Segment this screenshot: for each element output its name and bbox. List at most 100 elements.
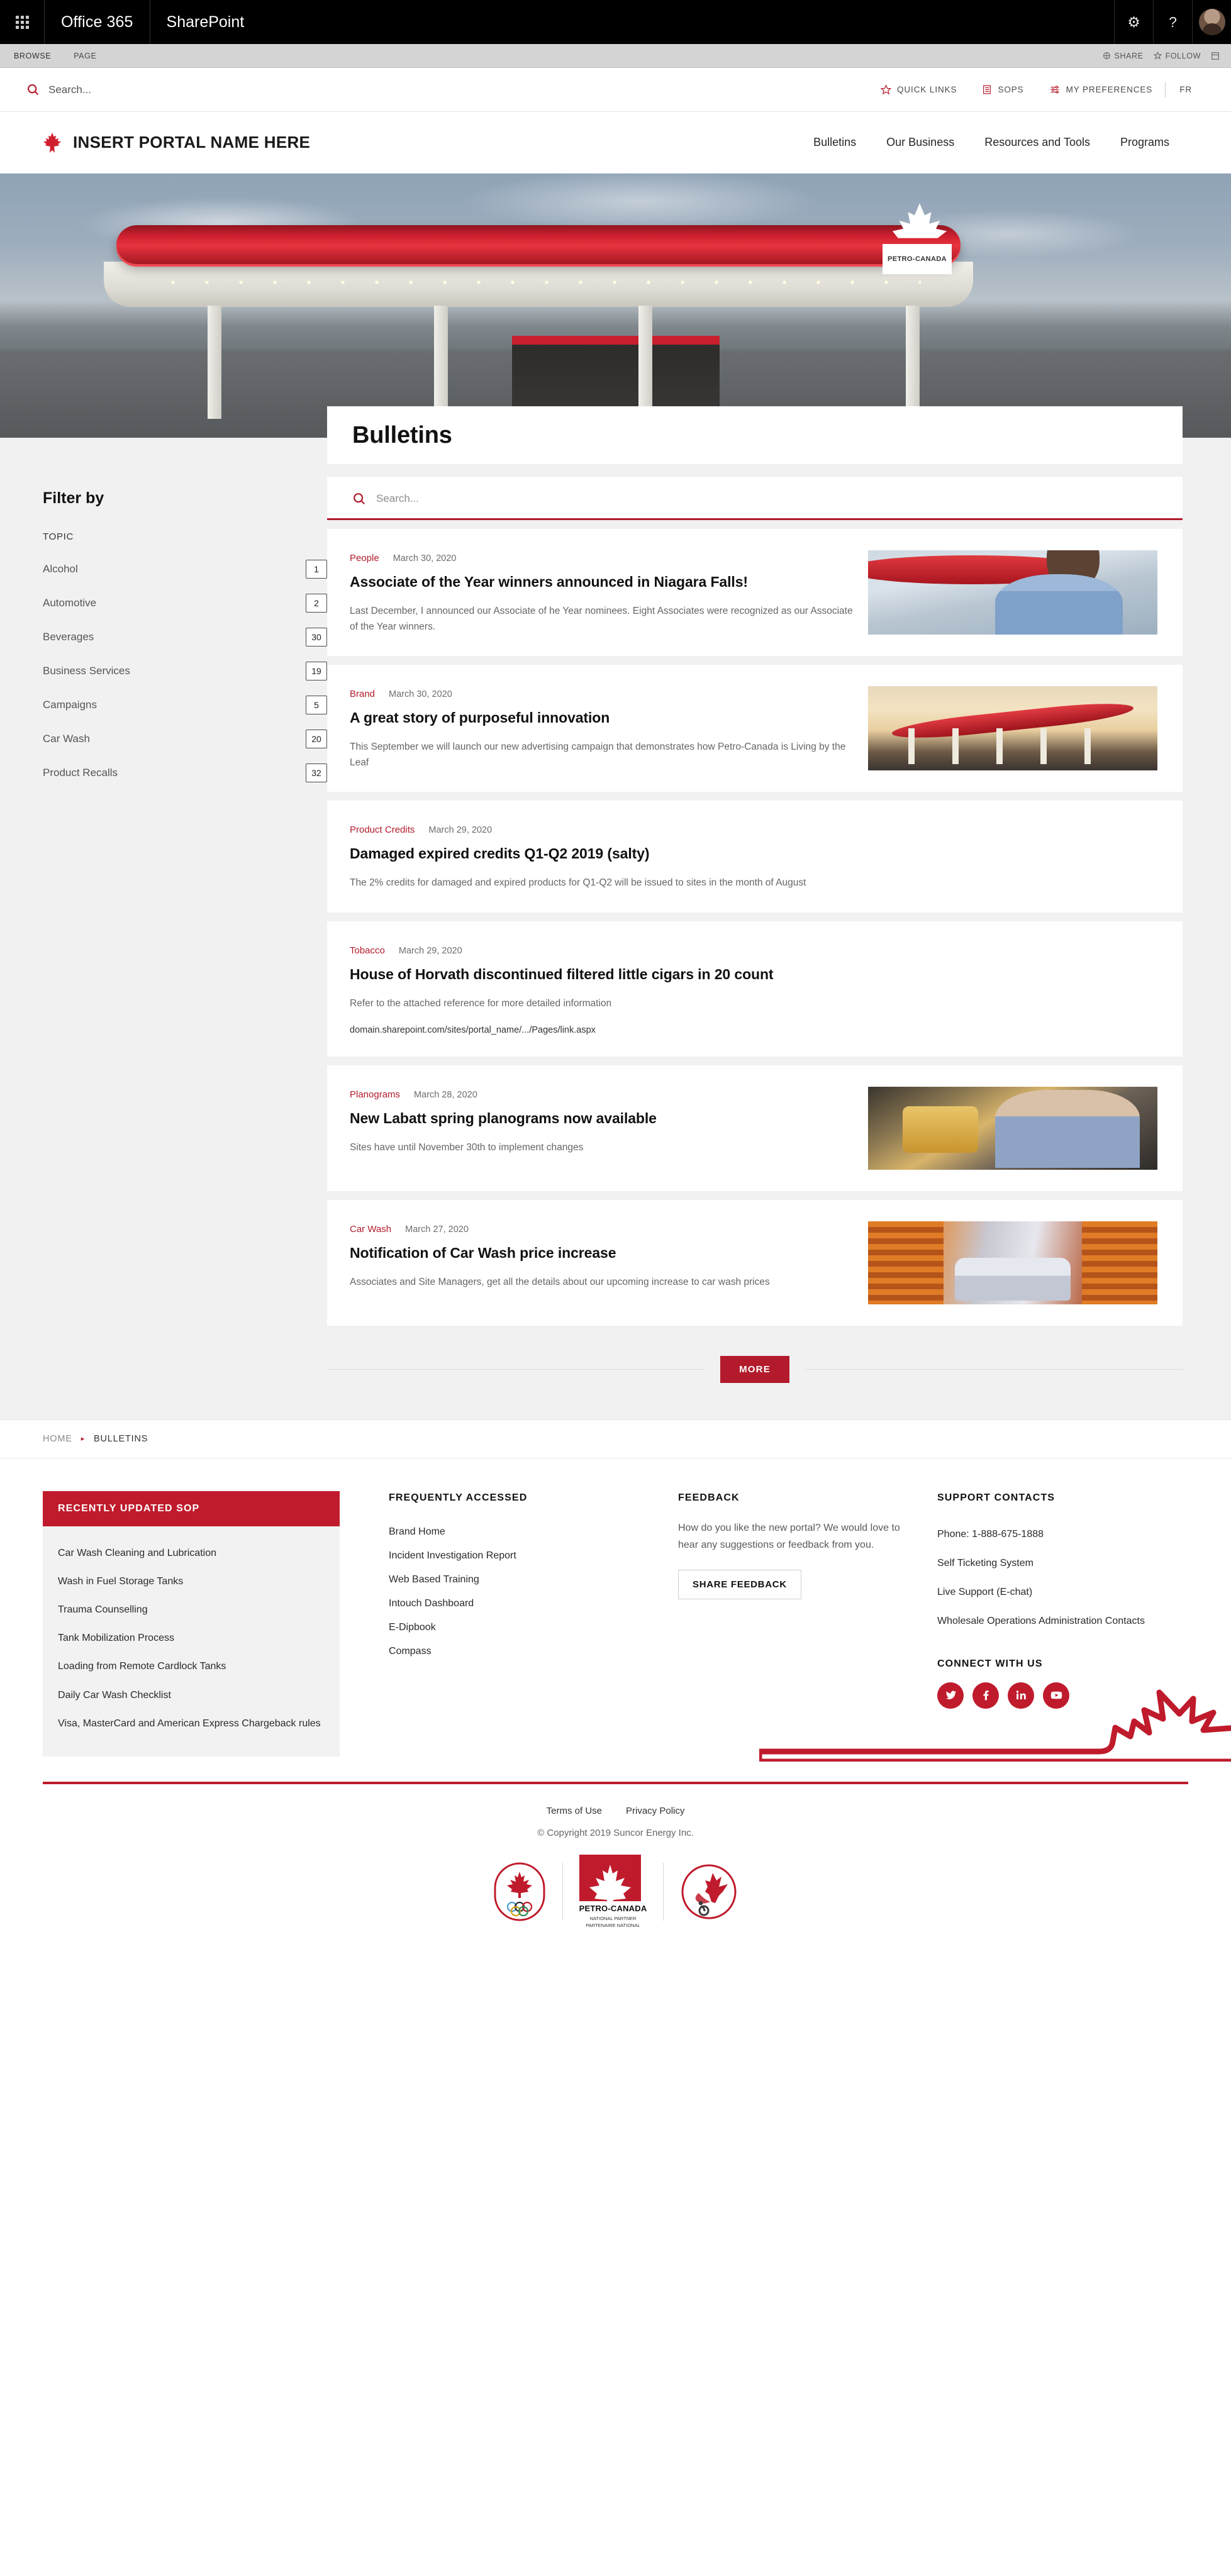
office365-brand[interactable]: Office 365 — [45, 13, 150, 31]
ribbon-tab-browse[interactable]: BROWSE — [0, 52, 60, 60]
bulletin-card[interactable]: Car Wash March 27, 2020 Notification of … — [327, 1199, 1183, 1326]
ribbon-tab-page[interactable]: PAGE — [60, 52, 105, 60]
nav-our-business[interactable]: Our Business — [886, 136, 954, 149]
app-launcher-button[interactable] — [0, 0, 44, 44]
frequently-accessed-item[interactable]: Incident Investigation Report — [389, 1544, 629, 1568]
feedback-column: FEEDBACK How do you like the new portal?… — [629, 1491, 912, 1600]
footer-bottom: Terms of Use Privacy Policy © Copyright … — [0, 1784, 1231, 1960]
bulletin-attachment-link[interactable]: domain.sharepoint.com/sites/portal_name/… — [350, 1025, 1157, 1035]
sop-item[interactable]: Trauma Counselling — [58, 1596, 325, 1624]
bulletin-title[interactable]: Damaged expired credits Q1-Q2 2019 (salt… — [350, 845, 1157, 862]
bulletin-card[interactable]: People March 30, 2020 Associate of the Y… — [327, 529, 1183, 657]
bulletin-topic[interactable]: Tobacco — [350, 945, 385, 956]
focus-on-content-icon[interactable] — [1211, 52, 1220, 60]
share-button[interactable]: SHARE — [1103, 52, 1144, 60]
page-title: Bulletins — [352, 421, 452, 448]
petro-canada-sign: PETRO-CANADA — [880, 201, 954, 274]
support-wholesale-ops[interactable]: Wholesale Operations Administration Cont… — [937, 1607, 1227, 1636]
twitter-icon[interactable] — [937, 1682, 964, 1709]
support-live-chat[interactable]: Live Support (E-chat) — [937, 1578, 1227, 1607]
suite-bar-actions: ⚙ ? — [1114, 0, 1231, 44]
nav-programs[interactable]: Programs — [1120, 136, 1169, 149]
bulletin-topic[interactable]: Planograms — [350, 1089, 400, 1100]
sop-item[interactable]: Wash in Fuel Storage Tanks — [58, 1567, 325, 1596]
linkedin-icon[interactable] — [1008, 1682, 1034, 1709]
filter-item-alcohol[interactable]: Alcohol 1 — [43, 556, 327, 582]
filter-label: Alcohol — [43, 563, 78, 575]
nav-bulletins[interactable]: Bulletins — [813, 136, 856, 149]
page-shell: Bulletins Filter by TOPIC Alcohol 1 Auto… — [0, 406, 1231, 1419]
bulletin-topic[interactable]: People — [350, 553, 379, 564]
bulletin-topic[interactable]: Car Wash — [350, 1224, 391, 1235]
frequently-accessed-heading: FREQUENTLY ACCESSED — [389, 1492, 528, 1503]
support-phone[interactable]: Phone: 1-888-675-1888 — [937, 1520, 1227, 1549]
share-feedback-button[interactable]: SHARE FEEDBACK — [678, 1570, 801, 1600]
filter-item-campaigns[interactable]: Campaigns 5 — [43, 692, 327, 718]
sop-heading: RECENTLY UPDATED SOP — [43, 1491, 340, 1526]
bulletin-title[interactable]: House of Horvath discontinued filtered l… — [350, 966, 1157, 983]
sharepoint-app-name[interactable]: SharePoint — [150, 13, 261, 31]
bulletin-title[interactable]: A great story of purposeful innovation — [350, 709, 853, 726]
content-columns: Filter by TOPIC Alcohol 1 Automotive 2 B… — [0, 477, 1231, 1419]
bulletin-date: March 29, 2020 — [398, 945, 462, 956]
site-footer: RECENTLY UPDATED SOP Car Wash Cleaning a… — [0, 1458, 1231, 1784]
sop-item[interactable]: Daily Car Wash Checklist — [58, 1681, 325, 1709]
sop-item[interactable]: Visa, MasterCard and American Express Ch… — [58, 1709, 325, 1738]
breadcrumb-home[interactable]: HOME — [43, 1434, 72, 1444]
divider — [663, 1863, 664, 1921]
support-contacts-heading: SUPPORT CONTACTS — [937, 1492, 1056, 1503]
sops-button[interactable]: SOPS — [969, 84, 1036, 95]
bulletin-meta: Planograms March 28, 2020 — [350, 1089, 853, 1100]
waffle-icon — [15, 15, 29, 29]
frequently-accessed-item[interactable]: Brand Home — [389, 1520, 629, 1544]
bulletin-topic[interactable]: Brand — [350, 689, 375, 699]
more-button[interactable]: MORE — [720, 1355, 789, 1383]
facebook-icon[interactable] — [972, 1682, 999, 1709]
ribbon-actions: SHARE FOLLOW — [1103, 52, 1231, 60]
frequently-accessed-item[interactable]: Intouch Dashboard — [389, 1592, 629, 1616]
language-toggle[interactable]: FR — [1166, 85, 1205, 94]
filter-item-product-recalls[interactable]: Product Recalls 32 — [43, 760, 327, 786]
privacy-policy-link[interactable]: Privacy Policy — [626, 1806, 684, 1816]
bulletin-topic[interactable]: Product Credits — [350, 824, 415, 835]
frequently-accessed-item[interactable]: E-Dipbook — [389, 1616, 629, 1640]
avatar[interactable] — [1192, 0, 1231, 44]
bulletin-thumbnail — [868, 686, 1157, 771]
bulletin-date: March 28, 2020 — [414, 1089, 477, 1100]
gear-icon[interactable]: ⚙ — [1114, 0, 1153, 44]
search-input[interactable]: Search... — [376, 492, 419, 505]
quick-links-button[interactable]: QUICK LINKS — [868, 84, 969, 95]
support-self-ticketing[interactable]: Self Ticketing System — [937, 1549, 1227, 1578]
filter-count: 5 — [306, 696, 327, 714]
search-icon — [28, 84, 39, 96]
terms-of-use-link[interactable]: Terms of Use — [547, 1806, 602, 1816]
sop-list: Car Wash Cleaning and Lubrication Wash i… — [43, 1526, 340, 1757]
portal-brand[interactable]: INSERT PORTAL NAME HERE — [43, 132, 310, 153]
bulletin-card[interactable]: Product Credits March 29, 2020 Damaged e… — [327, 801, 1183, 913]
filter-item-beverages[interactable]: Beverages 30 — [43, 624, 327, 650]
youtube-icon[interactable] — [1043, 1682, 1069, 1709]
sop-item[interactable]: Car Wash Cleaning and Lubrication — [58, 1539, 325, 1567]
sop-item[interactable]: Loading from Remote Cardlock Tanks — [58, 1652, 325, 1680]
bulletin-title[interactable]: New Labatt spring planograms now availab… — [350, 1110, 853, 1127]
bulletin-card[interactable]: Brand March 30, 2020 A great story of pu… — [327, 665, 1183, 792]
bulletin-card[interactable]: Tobacco March 29, 2020 House of Horvath … — [327, 921, 1183, 1057]
frequently-accessed-item[interactable]: Compass — [389, 1640, 629, 1663]
bulletin-text: People March 30, 2020 Associate of the Y… — [350, 550, 853, 635]
sop-item[interactable]: Tank Mobilization Process — [58, 1624, 325, 1652]
filter-item-car-wash[interactable]: Car Wash 20 — [43, 726, 327, 752]
search-row[interactable]: Search... — [352, 492, 1157, 518]
share-icon — [1103, 52, 1110, 59]
bulletin-title[interactable]: Notification of Car Wash price increase — [350, 1245, 853, 1262]
filter-item-business-services[interactable]: Business Services 19 — [43, 658, 327, 684]
bulletin-card[interactable]: Planograms March 28, 2020 New Labatt spr… — [327, 1065, 1183, 1191]
help-icon[interactable]: ? — [1153, 0, 1192, 44]
global-search[interactable]: Search... — [26, 83, 91, 96]
nav-resources-and-tools[interactable]: Resources and Tools — [984, 136, 1090, 149]
filter-item-automotive[interactable]: Automotive 2 — [43, 590, 327, 616]
follow-button[interactable]: FOLLOW — [1153, 52, 1201, 60]
bulletin-title[interactable]: Associate of the Year winners announced … — [350, 574, 853, 591]
frequently-accessed-item[interactable]: Web Based Training — [389, 1568, 629, 1592]
divider — [327, 1368, 706, 1370]
my-preferences-button[interactable]: MY PREFERENCES — [1037, 84, 1166, 95]
